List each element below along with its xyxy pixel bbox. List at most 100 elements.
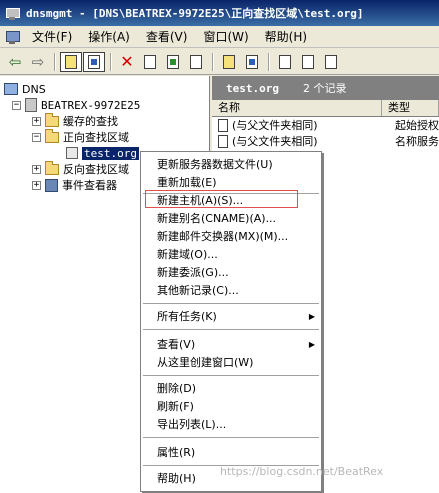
- server-button[interactable]: [274, 52, 296, 72]
- menu-separator: [143, 375, 319, 376]
- folder-open-icon: [45, 128, 59, 143]
- action-pane-button[interactable]: [241, 52, 263, 72]
- record-icon: [218, 118, 228, 132]
- menu-item-new-delegation[interactable]: 新建委派(G)...: [141, 263, 321, 281]
- server-icon: [25, 98, 37, 112]
- context-menu: 更新服务器数据文件(U) 重新加载(E) 新建主机(A)(S)... 新建别名(…: [140, 151, 322, 492]
- tree-item-reverse-zones[interactable]: + 反向查找区域: [32, 160, 129, 177]
- dnsmgmt-app-icon: [4, 5, 20, 21]
- menu-file[interactable]: 文件(F): [24, 28, 80, 45]
- tree-item-cached-lookups[interactable]: + 缓存的查找: [32, 112, 118, 129]
- watermark: https://blog.csdn.net/BeatRex: [220, 465, 384, 478]
- zone-icon: [66, 147, 78, 159]
- back-button[interactable]: ⇦: [4, 52, 26, 72]
- server-icon: [279, 54, 291, 69]
- menu-item-view-label: 查看(V): [157, 338, 196, 351]
- refresh-icon: [167, 54, 179, 69]
- submenu-arrow-icon: ▶: [308, 311, 315, 321]
- collapse-icon[interactable]: −: [32, 132, 41, 142]
- folder-up-icon: [65, 54, 77, 69]
- list-icon: [302, 54, 314, 69]
- column-header: 名称 类型: [212, 100, 439, 117]
- menu-view[interactable]: 查看(V): [138, 28, 196, 45]
- tree-label-test-org: test.org: [82, 146, 139, 160]
- tree-item-dns[interactable]: DNS: [4, 81, 46, 97]
- menu-help[interactable]: 帮助(H): [257, 28, 315, 45]
- properties-icon: [144, 54, 156, 69]
- menu-item-properties[interactable]: 属性(R): [141, 443, 321, 461]
- forward-arrow-icon: ⇨: [31, 52, 45, 71]
- details-button[interactable]: [320, 52, 342, 72]
- title-bar: dnsmgmt - [DNS\BEATREX-9972E25\正向查找区域\te…: [0, 0, 439, 26]
- menu-item-view[interactable]: 查看(V) ▶: [141, 335, 321, 353]
- properties-button[interactable]: [139, 52, 161, 72]
- table-row[interactable]: (与父文件夹相同) 名称服务: [212, 133, 439, 149]
- expand-icon[interactable]: +: [32, 180, 41, 190]
- menu-item-new-alias[interactable]: 新建别名(CNAME)(A)...: [141, 209, 321, 227]
- menu-bar: 文件(F) 操作(A) 查看(V) 窗口(W) 帮助(H): [0, 26, 439, 48]
- export-list-button[interactable]: [185, 52, 207, 72]
- menu-action[interactable]: 操作(A): [80, 28, 138, 45]
- menu-item-update-server-data[interactable]: 更新服务器数据文件(U): [141, 155, 321, 173]
- menu-item-all-tasks[interactable]: 所有任务(K) ▶: [141, 307, 321, 325]
- expand-icon[interactable]: +: [32, 164, 41, 174]
- toolbar: ⇦ ⇨ ✕: [0, 49, 439, 75]
- record-icon: [218, 134, 228, 148]
- refresh-button[interactable]: [162, 52, 184, 72]
- console-icon[interactable]: [4, 29, 20, 45]
- record-name: (与父文件夹相同): [232, 135, 318, 148]
- tree-item-forward-zones[interactable]: − 正向查找区域: [32, 128, 129, 145]
- column-type[interactable]: 类型: [382, 100, 439, 116]
- collapse-icon[interactable]: −: [12, 100, 21, 110]
- record-count: 2 个记录: [302, 82, 347, 95]
- menu-separator: [143, 303, 319, 304]
- forward-button[interactable]: ⇨: [27, 52, 49, 72]
- window-title: dnsmgmt - [DNS\BEATREX-9972E25\正向查找区域\te…: [26, 7, 364, 20]
- menu-item-export-list[interactable]: 导出列表(L)...: [141, 415, 321, 433]
- help-icon: [223, 54, 235, 69]
- tree-label-cached-lookups: 缓存的查找: [63, 115, 118, 128]
- table-row[interactable]: (与父文件夹相同) 起始授权: [212, 117, 439, 133]
- list-button[interactable]: [297, 52, 319, 72]
- tree-label-event-viewer: 事件查看器: [62, 179, 117, 192]
- menu-window[interactable]: 窗口(W): [195, 28, 256, 45]
- menu-item-new-domain[interactable]: 新建域(O)...: [141, 245, 321, 263]
- menu-item-new-host[interactable]: 新建主机(A)(S)...: [141, 191, 321, 209]
- delete-x-icon: ✕: [120, 52, 134, 71]
- toolbar-separator: [54, 52, 56, 71]
- menu-separator: [143, 437, 319, 438]
- tree-item-test-org[interactable]: test.org: [66, 145, 139, 161]
- help-button[interactable]: [218, 52, 240, 72]
- tree-label-server: BEATREX-9972E25: [41, 98, 141, 112]
- menu-item-other-new-records[interactable]: 其他新记录(C)...: [141, 281, 321, 299]
- column-name[interactable]: 名称: [212, 100, 383, 116]
- tree-item-server[interactable]: − BEATREX-9972E25: [12, 97, 140, 113]
- delete-button[interactable]: ✕: [116, 52, 138, 72]
- dns-icon: [4, 83, 18, 95]
- menu-separator: [143, 329, 319, 330]
- menu-item-delete[interactable]: 删除(D): [141, 379, 321, 397]
- tree-label-forward-zones: 正向查找区域: [63, 131, 129, 144]
- record-type: 起始授权: [395, 119, 439, 132]
- up-level-button[interactable]: [60, 51, 82, 72]
- expand-icon[interactable]: +: [32, 116, 41, 126]
- details-icon: [325, 54, 337, 69]
- back-arrow-icon: ⇦: [8, 52, 22, 71]
- action-pane-icon: [246, 54, 258, 69]
- export-icon: [190, 54, 202, 69]
- menu-item-new-mail-exchanger[interactable]: 新建邮件交换器(MX)(M)...: [141, 227, 321, 245]
- records-header: test.org 2 个记录: [212, 76, 439, 100]
- menu-item-reload[interactable]: 重新加载(E): [141, 173, 321, 191]
- tree-label-reverse-zones: 反向查找区域: [63, 163, 129, 176]
- menu-item-new-window[interactable]: 从这里创建窗口(W): [141, 353, 321, 371]
- submenu-arrow-icon: ▶: [308, 339, 315, 349]
- menu-item-refresh[interactable]: 刷新(F): [141, 397, 321, 415]
- zone-name: test.org: [226, 81, 279, 95]
- folder-icon: [45, 160, 59, 175]
- menu-item-all-tasks-label: 所有任务(K): [157, 310, 217, 323]
- toolbar-separator: [212, 52, 214, 71]
- tree-item-event-viewer[interactable]: + 事件查看器: [32, 177, 117, 193]
- record-type: 名称服务: [395, 135, 439, 148]
- show-hide-tree-button[interactable]: [83, 51, 105, 72]
- record-name: (与父文件夹相同): [232, 119, 318, 132]
